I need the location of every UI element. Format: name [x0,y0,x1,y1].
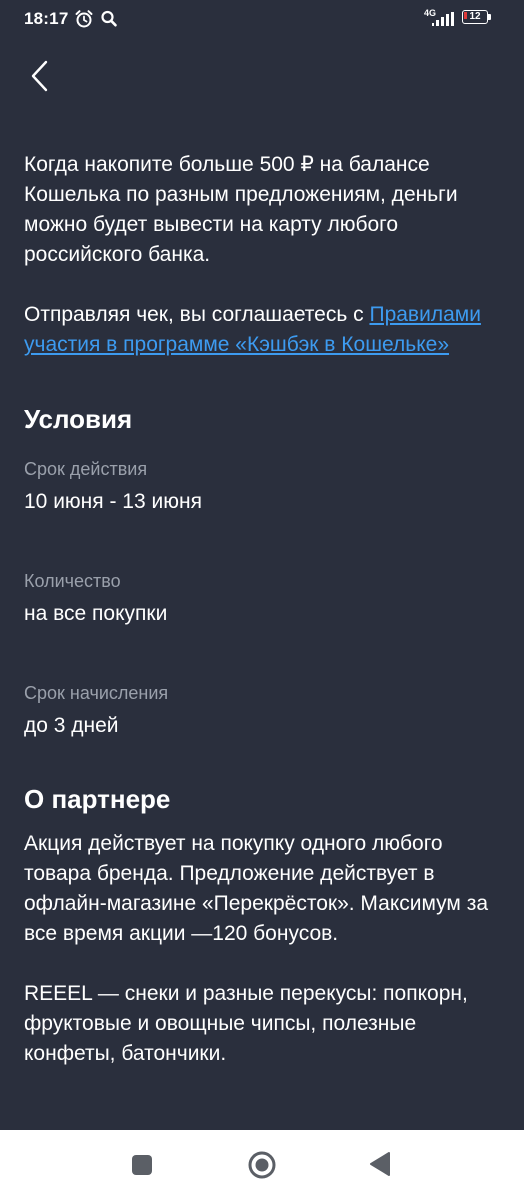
system-navigation-bar [0,1130,524,1200]
condition-label: Срок начисления [24,683,169,703]
offer-details: Когда накопите больше 500 ₽ на балансе К… [24,150,504,1069]
condition-label: Срок действия [24,459,148,479]
agreement-text: Отправляя чек, вы соглашаетесь с Правила… [24,300,504,360]
condition-value: до 3 дней [24,714,119,737]
recent-apps-button[interactable] [131,1154,153,1181]
balance-info-text: Когда накопите больше 500 ₽ на балансе К… [24,153,458,266]
search-icon [100,9,118,34]
back-button[interactable] [24,56,64,96]
alarm-icon [74,9,94,34]
condition-quantity: Количество на все покупки [24,571,504,626]
conditions-title: Условия [24,404,133,434]
recent-apps-icon [132,1155,152,1175]
condition-label: Количество [24,571,121,591]
condition-validity: Срок действия 10 июня - 13 июня [24,459,504,514]
system-back-button[interactable] [368,1151,392,1182]
home-button[interactable] [247,1150,277,1185]
condition-value: на все покупки [24,602,168,625]
partner-promo-text: Акция действует на покупку одного любого… [24,832,489,945]
agreement-prefix: Отправляя чек, вы соглашаетесь с [24,303,370,326]
partner-description: Акция действует на покупку одного любого… [24,829,504,1069]
condition-value: 10 июня - 13 июня [24,490,202,513]
battery-level: 12 [469,11,481,22]
status-time: 18:17 [24,9,69,28]
back-triangle-icon [370,1152,390,1176]
battery-icon: 12 [462,10,492,26]
partner-brand-text: REEEL — снеки и разные перекусы: попкорн… [24,982,468,1065]
home-icon [248,1151,276,1179]
condition-accrual: Срок начисления до 3 дней [24,683,504,738]
partner-title: О партнере [24,784,171,814]
signal-icon [432,12,456,31]
status-bar: 18:17 4G 12 [0,0,524,40]
chevron-left-icon [31,60,48,92]
